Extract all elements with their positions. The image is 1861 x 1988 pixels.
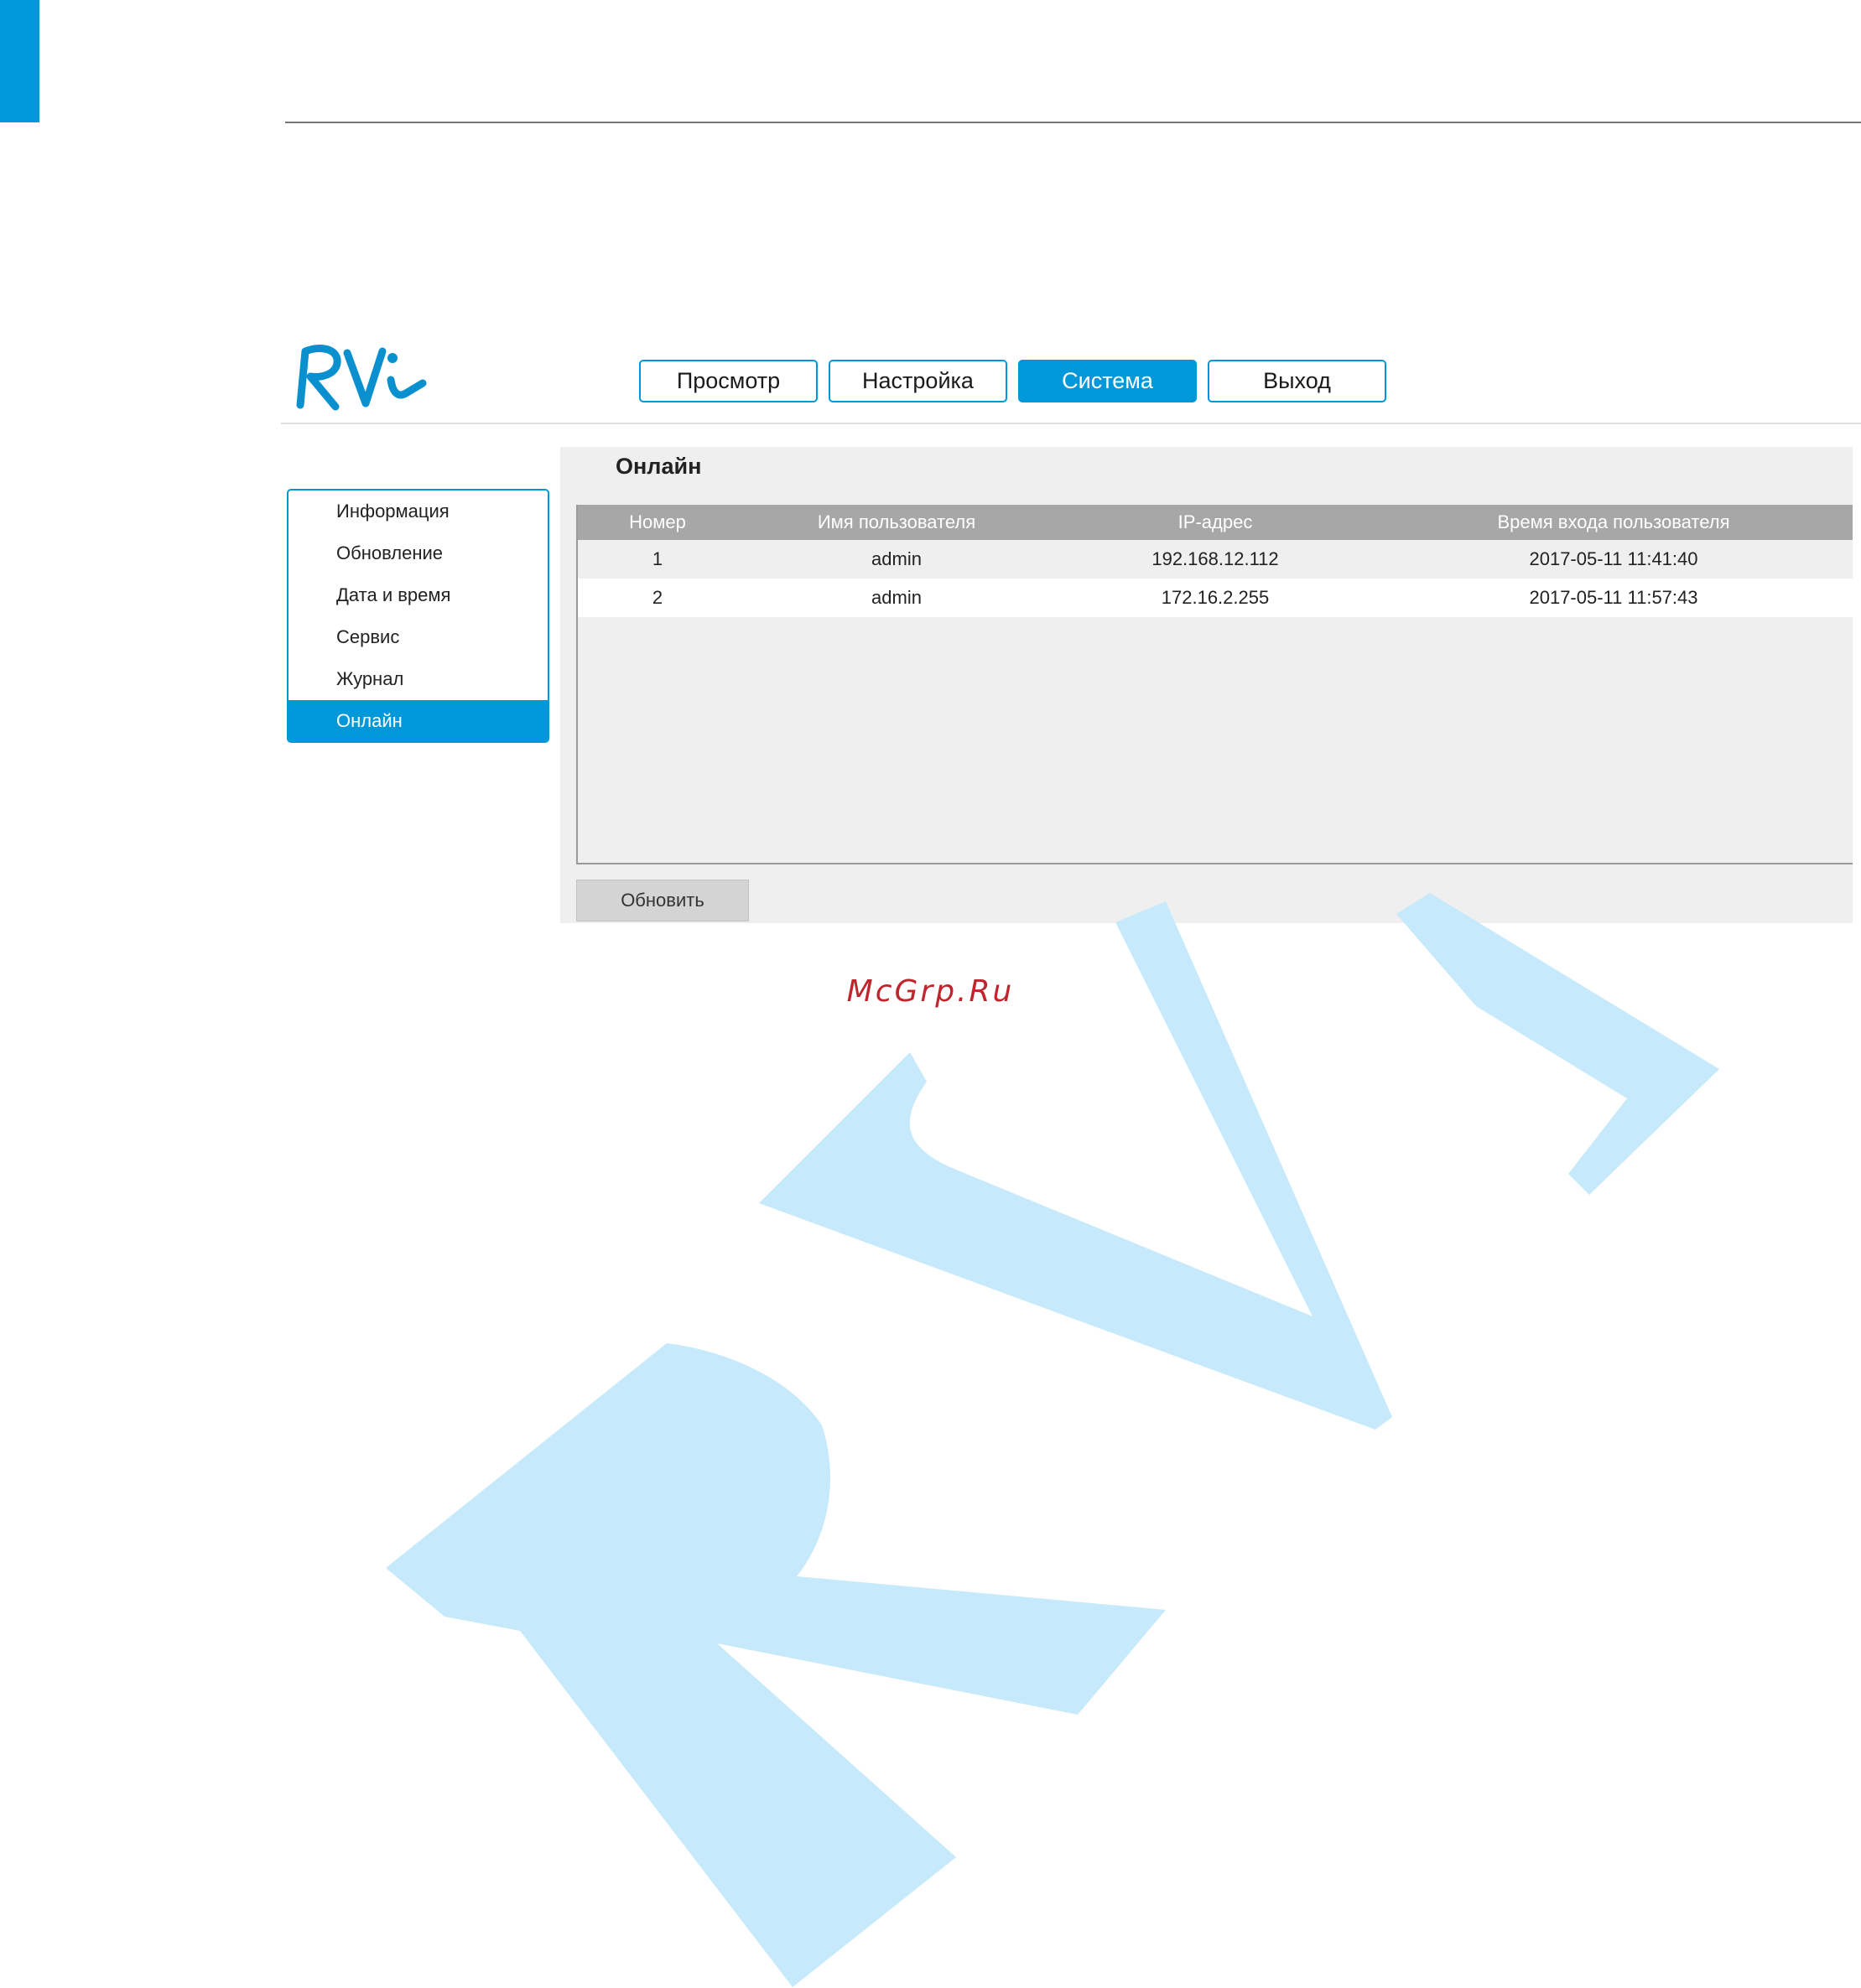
column-header-ip: IP-адрес (1177, 511, 1253, 532)
online-panel: Онлайн Номер Имя пользователя IP-адрес В… (560, 447, 1853, 923)
cell-ip: 192.168.12.112 (1151, 548, 1279, 569)
nav-system-button[interactable]: Система (1018, 360, 1197, 402)
sidebar-item-online[interactable]: Онлайн (289, 700, 548, 741)
cell-ip: 172.16.2.255 (1161, 587, 1270, 608)
column-header-number: Номер (629, 511, 686, 532)
sidebar-item-update[interactable]: Обновление (289, 532, 548, 574)
sidebar-item-log[interactable]: Журнал (289, 658, 548, 700)
table-row[interactable]: 1 admin 192.168.12.112 2017-05-11 11:41:… (578, 540, 1853, 579)
nav-settings-button[interactable]: Настройка (829, 360, 1007, 402)
header-divider (281, 423, 1861, 424)
cell-number: 2 (652, 587, 663, 608)
cell-number: 1 (652, 548, 663, 569)
table-header: Номер Имя пользователя IP-адрес Время вх… (578, 505, 1853, 540)
watermark-letter-i (1396, 893, 1719, 1195)
watermark-letter-r (386, 1343, 1166, 1987)
column-header-username: Имя пользователя (817, 511, 976, 532)
cell-username: admin (871, 587, 922, 608)
column-header-login-time: Время входа пользователя (1497, 511, 1730, 532)
corner-tab (0, 0, 39, 122)
cell-login-time: 2017-05-11 11:41:40 (1529, 548, 1698, 569)
panel-title: Онлайн (616, 454, 702, 479)
cell-username: admin (871, 548, 922, 569)
page-top-rule (285, 122, 1861, 123)
nav-view-button[interactable]: Просмотр (639, 360, 818, 402)
rvi-logo (296, 345, 427, 411)
top-navigation: Просмотр Настройка Система Выход (639, 360, 1397, 402)
online-users-table: Номер Имя пользователя IP-адрес Время вх… (576, 505, 1853, 864)
sidebar-item-info[interactable]: Информация (289, 491, 548, 532)
sidebar-menu: Информация Обновление Дата и время Серви… (287, 489, 549, 743)
sidebar-item-service[interactable]: Сервис (289, 616, 548, 658)
site-watermark: McGrp.Ru (846, 974, 1015, 1009)
cell-login-time: 2017-05-11 11:57:43 (1529, 587, 1698, 608)
sidebar-item-datetime[interactable]: Дата и время (289, 574, 548, 616)
nav-logout-button[interactable]: Выход (1208, 360, 1386, 402)
refresh-button[interactable]: Обновить (576, 880, 749, 921)
table-row[interactable]: 2 admin 172.16.2.255 2017-05-11 11:57:43 (578, 579, 1853, 617)
